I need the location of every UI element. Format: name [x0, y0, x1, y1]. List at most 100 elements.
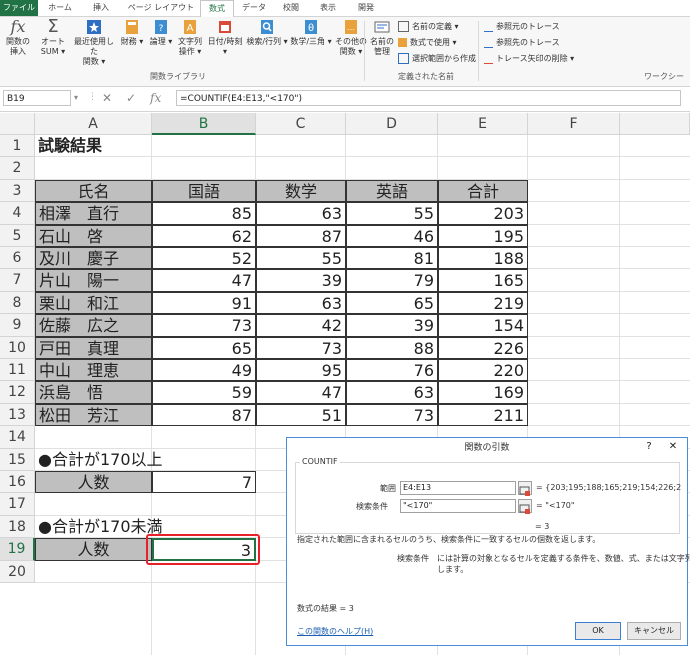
score-cell[interactable]: 73	[256, 336, 346, 359]
score-cell[interactable]: 195	[438, 224, 528, 247]
count-label-cell[interactable]: 人数	[35, 538, 152, 561]
tab-home[interactable]: ホーム	[40, 0, 80, 16]
column-header-e[interactable]: E	[438, 113, 528, 135]
score-cell[interactable]: 65	[152, 336, 256, 359]
datetime-button[interactable]: 日付/時刻 ▾	[206, 19, 244, 57]
trace-dependents-button[interactable]: 参照先のトレース	[484, 36, 560, 50]
financial-button[interactable]: 財務 ▾	[118, 19, 146, 47]
score-cell[interactable]: 188	[438, 247, 528, 270]
score-cell[interactable]: 87	[256, 224, 346, 247]
range-ref-button[interactable]	[518, 481, 532, 496]
row-header-6[interactable]: 6	[0, 247, 35, 270]
row-header-18[interactable]: 18	[0, 515, 35, 539]
create-from-selection-button[interactable]: 選択範囲から作成	[398, 52, 476, 66]
name-cell[interactable]: 相澤 直行	[35, 202, 152, 225]
formula-input[interactable]: =COUNTIF(E4:E13,"<170")	[176, 90, 681, 106]
ok-button[interactable]: OK	[575, 622, 621, 640]
score-cell[interactable]: 95	[256, 359, 346, 382]
score-cell[interactable]: 88	[346, 336, 438, 359]
count-label-cell[interactable]: 人数	[35, 471, 152, 494]
column-header-c[interactable]: C	[256, 113, 346, 135]
header-cell-4[interactable]: 合計	[438, 179, 528, 203]
criteria-input[interactable]: "<170"	[400, 499, 516, 513]
recently-used-button[interactable]: 最近使用した 関数 ▾	[72, 19, 116, 67]
row-header-10[interactable]: 10	[0, 336, 35, 359]
column-header-f[interactable]: F	[528, 113, 620, 135]
cancel-button[interactable]: キャンセル	[627, 622, 681, 640]
row-header-9[interactable]: 9	[0, 314, 35, 337]
row-header-11[interactable]: 11	[0, 359, 35, 382]
tab-view[interactable]: 表示	[310, 0, 346, 16]
score-cell[interactable]: 76	[346, 359, 438, 382]
score-cell[interactable]: 81	[346, 247, 438, 270]
score-cell[interactable]: 226	[438, 336, 528, 359]
remove-arrows-button[interactable]: トレース矢印の削除 ▾	[484, 52, 574, 66]
score-cell[interactable]: 55	[256, 247, 346, 270]
score-cell[interactable]: 73	[346, 403, 438, 427]
name-box-dropdown-icon[interactable]: ▾	[74, 93, 78, 102]
row-header-2[interactable]: 2	[0, 157, 35, 180]
text-button[interactable]: A 文字列 操作 ▾	[176, 19, 204, 57]
score-cell[interactable]: 39	[256, 269, 346, 292]
score-cell[interactable]: 55	[346, 202, 438, 225]
name-cell[interactable]: 石山 啓	[35, 224, 152, 247]
score-cell[interactable]: 51	[256, 403, 346, 427]
help-link[interactable]: この関数のヘルプ(H)	[297, 626, 373, 637]
name-cell[interactable]: 中山 理恵	[35, 359, 152, 382]
cancel-icon[interactable]: ✕	[102, 91, 112, 105]
row-header-7[interactable]: 7	[0, 269, 35, 292]
row-header-15[interactable]: 15	[0, 448, 35, 471]
row-header-1[interactable]: 1	[0, 135, 35, 158]
score-cell[interactable]: 46	[346, 224, 438, 247]
row-header-14[interactable]: 14	[0, 426, 35, 449]
enter-check-icon[interactable]: ✓	[126, 91, 136, 105]
row-header-13[interactable]: 13	[0, 403, 35, 427]
column-header-b[interactable]: B	[152, 113, 256, 135]
score-cell[interactable]: 211	[438, 403, 528, 427]
score-cell[interactable]: 165	[438, 269, 528, 292]
row-header-8[interactable]: 8	[0, 291, 35, 315]
insert-function-button[interactable]: fx 関数の 挿入	[2, 19, 34, 57]
name-cell[interactable]: 浜島 悟	[35, 381, 152, 404]
trace-precedents-button[interactable]: 参照元のトレース	[484, 20, 560, 34]
close-icon[interactable]: ✕	[661, 438, 685, 456]
header-cell-1[interactable]: 国語	[152, 179, 256, 203]
select-all-corner[interactable]	[0, 113, 35, 135]
row-header-16[interactable]: 16	[0, 471, 35, 494]
row-header-5[interactable]: 5	[0, 224, 35, 247]
score-cell[interactable]: 220	[438, 359, 528, 382]
score-cell[interactable]: 62	[152, 224, 256, 247]
score-cell[interactable]: 87	[152, 403, 256, 427]
score-cell[interactable]: 65	[346, 291, 438, 315]
row-header-3[interactable]: 3	[0, 179, 35, 203]
row-header-12[interactable]: 12	[0, 381, 35, 404]
score-cell[interactable]: 42	[256, 314, 346, 337]
name-box[interactable]: B19	[3, 90, 71, 106]
score-cell[interactable]: 52	[152, 247, 256, 270]
score-cell[interactable]: 63	[346, 381, 438, 404]
tab-review[interactable]: 校閲	[274, 0, 308, 16]
tab-formulas[interactable]: 数式	[200, 0, 234, 18]
name-cell[interactable]: 松田 芳江	[35, 403, 152, 427]
score-cell[interactable]: 47	[152, 269, 256, 292]
score-cell[interactable]: 203	[438, 202, 528, 225]
tab-insert[interactable]: 挿入	[82, 0, 120, 16]
score-cell[interactable]: 63	[256, 202, 346, 225]
math-button[interactable]: θ 数学/三角 ▾	[290, 19, 332, 47]
tab-page-layout[interactable]: ページ レイアウト	[122, 0, 200, 16]
logical-button[interactable]: ? 論理 ▾	[148, 19, 174, 47]
score-cell[interactable]: 85	[152, 202, 256, 225]
score-cell[interactable]: 49	[152, 359, 256, 382]
row-header-20[interactable]: 20	[0, 560, 35, 583]
score-cell[interactable]: 219	[438, 291, 528, 315]
header-cell-0[interactable]: 氏名	[35, 179, 152, 203]
name-cell[interactable]: 戸田 真理	[35, 336, 152, 359]
help-icon[interactable]: ?	[637, 438, 661, 456]
name-cell[interactable]: 栗山 和江	[35, 291, 152, 315]
name-cell[interactable]: 及川 慶子	[35, 247, 152, 270]
fx-icon[interactable]: fx	[150, 91, 161, 105]
name-cell[interactable]: 佐藤 広之	[35, 314, 152, 337]
score-cell[interactable]: 169	[438, 381, 528, 404]
lookup-button[interactable]: 検索/行列 ▾	[246, 19, 288, 47]
tab-developer[interactable]: 開発	[348, 0, 384, 16]
